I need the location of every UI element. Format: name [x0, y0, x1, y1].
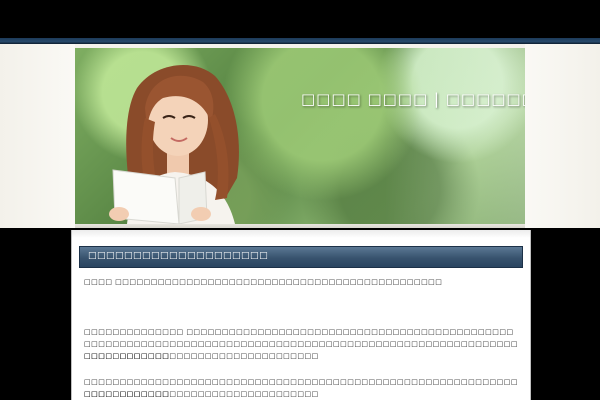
paragraph-1: □□□□ □□□□□□□□□□□□□□□□□□□□□□□□□□□□□□□□□□□… [84, 278, 443, 286]
section-heading-bar: □□□□□□□□□□□□□□□□□□□□ [79, 246, 523, 268]
section-heading: □□□□□□□□□□□□□□□□□□□□ [88, 251, 269, 261]
banner-photo-woman-with-book [109, 64, 239, 224]
main-content: □□□□□□□□□□□□□□□□□□□□ □□□□ □□□□□□□□□□□□□□… [71, 230, 531, 400]
header-banner[interactable]: □□□□ □□□□ | □□□□□□□□□□□ [75, 48, 525, 224]
content-top-shadow [72, 230, 530, 238]
header-side-left [0, 44, 75, 228]
header-side-right [525, 44, 600, 228]
site-title[interactable]: □□□□ □□□□ | □□□□□□□□□□□ [301, 90, 525, 108]
banner-light-glow [385, 48, 525, 224]
top-bar [0, 0, 600, 38]
paragraph-3: □□□□□□□□□□□□□□□□□□□□□□□□□□□□□□□□□ [84, 352, 319, 360]
paragraph-5: □□□□□□□□□□□□□□□□□□□□□□□□□□□□□□□□□ [84, 390, 319, 398]
